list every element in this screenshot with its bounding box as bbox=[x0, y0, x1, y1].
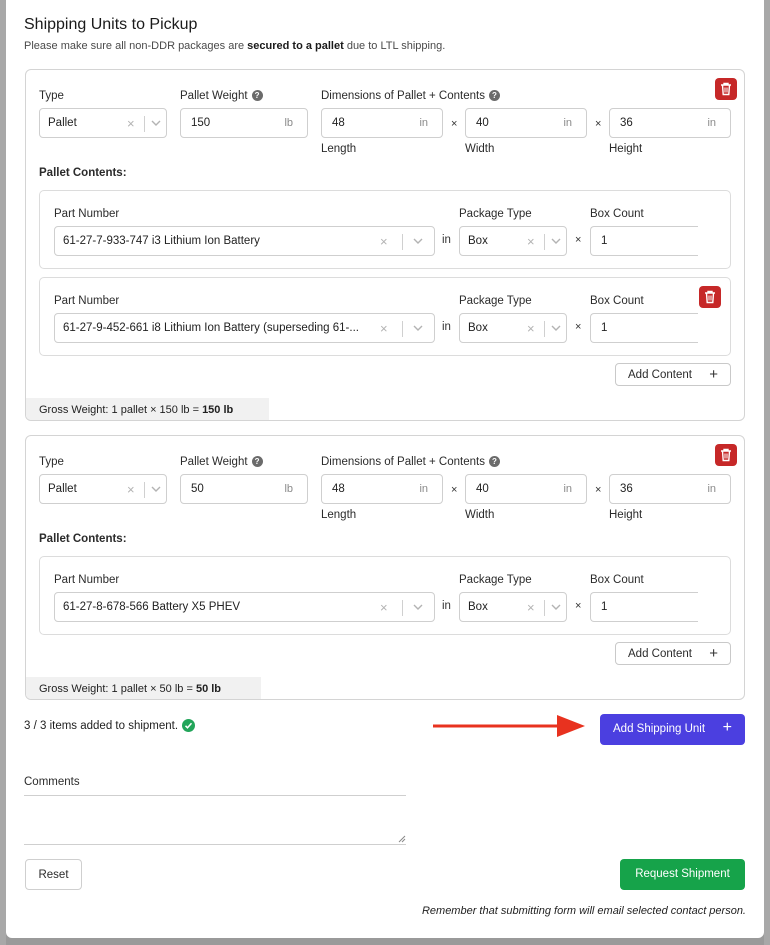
comments-textarea[interactable] bbox=[24, 795, 406, 845]
chevron-down-icon bbox=[551, 325, 561, 331]
close-icon[interactable]: × bbox=[127, 116, 135, 131]
items-added-status: 3 / 3 items added to shipment. bbox=[24, 719, 196, 732]
resize-handle-icon[interactable] bbox=[398, 835, 406, 843]
package-type-label: Package Type bbox=[459, 574, 532, 586]
gross-weight-summary: Gross Weight: 1 pallet × 50 lb = 50 lb bbox=[26, 677, 261, 699]
arrow-right-icon bbox=[433, 715, 585, 737]
box-count-input[interactable]: 1 bbox=[590, 226, 698, 256]
part-number-select[interactable]: 61-27-8-678-566 Battery X5 PHEV × bbox=[54, 592, 435, 622]
pallet-weight-input[interactable]: 150 lb bbox=[180, 108, 308, 138]
part-number-label: Part Number bbox=[54, 574, 120, 586]
part-number-label: Part Number bbox=[54, 208, 120, 220]
chevron-down-icon bbox=[413, 238, 423, 244]
modal-subtitle: Please make sure all non-DDR packages ar… bbox=[24, 40, 446, 52]
question-circle-icon[interactable]: ? bbox=[488, 90, 500, 101]
type-select[interactable]: Pallet × bbox=[39, 474, 167, 504]
pallet-weight-label: Pallet Weight? bbox=[180, 90, 263, 102]
width-input[interactable]: 40 in bbox=[465, 474, 587, 504]
type-select[interactable]: Pallet × bbox=[39, 108, 167, 138]
width-input[interactable]: 40 in bbox=[465, 108, 587, 138]
content-item-1: Part Number Package Type Box Count 61-27… bbox=[39, 190, 731, 269]
chevron-down-icon bbox=[151, 120, 161, 126]
pallet-contents-label: Pallet Contents: bbox=[39, 533, 127, 545]
height-label: Height bbox=[609, 509, 643, 521]
add-content-button[interactable]: Add Content + bbox=[615, 363, 731, 386]
package-type-label: Package Type bbox=[459, 295, 532, 307]
check-circle-icon bbox=[182, 719, 196, 732]
backdrop-right bbox=[764, 0, 770, 945]
submit-note: Remember that submitting form will email… bbox=[421, 905, 746, 917]
plus-icon: + bbox=[709, 645, 718, 662]
close-icon[interactable]: × bbox=[380, 321, 388, 336]
package-type-select[interactable]: Box × bbox=[459, 592, 567, 622]
content-item-1: Part Number Package Type Box Count 61-27… bbox=[39, 556, 731, 635]
height-input[interactable]: 36 in bbox=[609, 108, 731, 138]
pallet-contents-label: Pallet Contents: bbox=[39, 167, 127, 179]
width-label: Width bbox=[465, 143, 495, 155]
height-input[interactable]: 36 in bbox=[609, 474, 731, 504]
close-icon[interactable]: × bbox=[527, 321, 535, 336]
part-number-select[interactable]: 61-27-9-452-661 i8 Lithium Ion Battery (… bbox=[54, 313, 435, 343]
box-count-label: Box Count bbox=[590, 295, 644, 307]
width-label: Width bbox=[465, 509, 495, 521]
trash-icon bbox=[721, 82, 731, 96]
part-number-label: Part Number bbox=[54, 295, 120, 307]
pallet-weight-label: Pallet Weight? bbox=[180, 456, 263, 468]
length-input[interactable]: 48 in bbox=[321, 108, 443, 138]
close-icon[interactable]: × bbox=[527, 600, 535, 615]
gross-weight-summary: Gross Weight: 1 pallet × 150 lb = 150 lb bbox=[26, 398, 269, 420]
chevron-down-icon bbox=[413, 325, 423, 331]
close-icon[interactable]: × bbox=[127, 482, 135, 497]
pallet-weight-input[interactable]: 50 lb bbox=[180, 474, 308, 504]
close-icon[interactable]: × bbox=[527, 234, 535, 249]
package-type-select[interactable]: Box × bbox=[459, 313, 567, 343]
delete-unit-button[interactable] bbox=[715, 78, 737, 100]
part-number-select[interactable]: 61-27-7-933-747 i3 Lithium Ion Battery × bbox=[54, 226, 435, 256]
question-circle-icon[interactable]: ? bbox=[251, 456, 263, 467]
delete-content-button[interactable] bbox=[699, 286, 721, 308]
type-label: Type bbox=[39, 456, 64, 468]
height-label: Height bbox=[609, 143, 643, 155]
question-circle-icon[interactable]: ? bbox=[488, 456, 500, 467]
package-type-label: Package Type bbox=[459, 208, 532, 220]
question-circle-icon[interactable]: ? bbox=[251, 90, 263, 101]
shipping-units-modal: Shipping Units to Pickup Please make sur… bbox=[6, 0, 764, 938]
box-count-label: Box Count bbox=[590, 208, 644, 220]
trash-icon bbox=[721, 448, 731, 462]
shipping-unit-2: Type Pallet Weight? Dimensions of Pallet… bbox=[25, 435, 745, 700]
plus-icon: + bbox=[722, 719, 732, 736]
content-item-2: Part Number Package Type Box Count 61-27… bbox=[39, 277, 731, 356]
length-label: Length bbox=[321, 509, 357, 521]
add-shipping-unit-button[interactable]: Add Shipping Unit + bbox=[600, 714, 745, 745]
box-count-input[interactable]: 1 bbox=[590, 592, 698, 622]
chevron-down-icon bbox=[413, 604, 423, 610]
request-shipment-button[interactable]: Request Shipment bbox=[620, 859, 745, 890]
length-label: Length bbox=[321, 143, 357, 155]
comments-label: Comments bbox=[24, 776, 80, 788]
modal-title: Shipping Units to Pickup bbox=[24, 16, 198, 33]
add-content-button[interactable]: Add Content + bbox=[615, 642, 731, 665]
chevron-down-icon bbox=[151, 486, 161, 492]
package-type-select[interactable]: Box × bbox=[459, 226, 567, 256]
shipping-unit-1: Type Pallet Weight? Dimensions of Pallet… bbox=[25, 69, 745, 421]
delete-unit-button[interactable] bbox=[715, 444, 737, 466]
type-label: Type bbox=[39, 90, 64, 102]
dimensions-label: Dimensions of Pallet + Contents? bbox=[321, 456, 500, 468]
close-icon[interactable]: × bbox=[380, 600, 388, 615]
reset-button[interactable]: Reset bbox=[25, 859, 82, 890]
trash-icon bbox=[705, 290, 715, 304]
chevron-down-icon bbox=[551, 238, 561, 244]
box-count-label: Box Count bbox=[590, 574, 644, 586]
length-input[interactable]: 48 in bbox=[321, 474, 443, 504]
chevron-down-icon bbox=[551, 604, 561, 610]
plus-icon: + bbox=[709, 366, 718, 383]
close-icon[interactable]: × bbox=[380, 234, 388, 249]
box-count-input[interactable]: 1 bbox=[590, 313, 698, 343]
dimensions-label: Dimensions of Pallet + Contents? bbox=[321, 90, 500, 102]
